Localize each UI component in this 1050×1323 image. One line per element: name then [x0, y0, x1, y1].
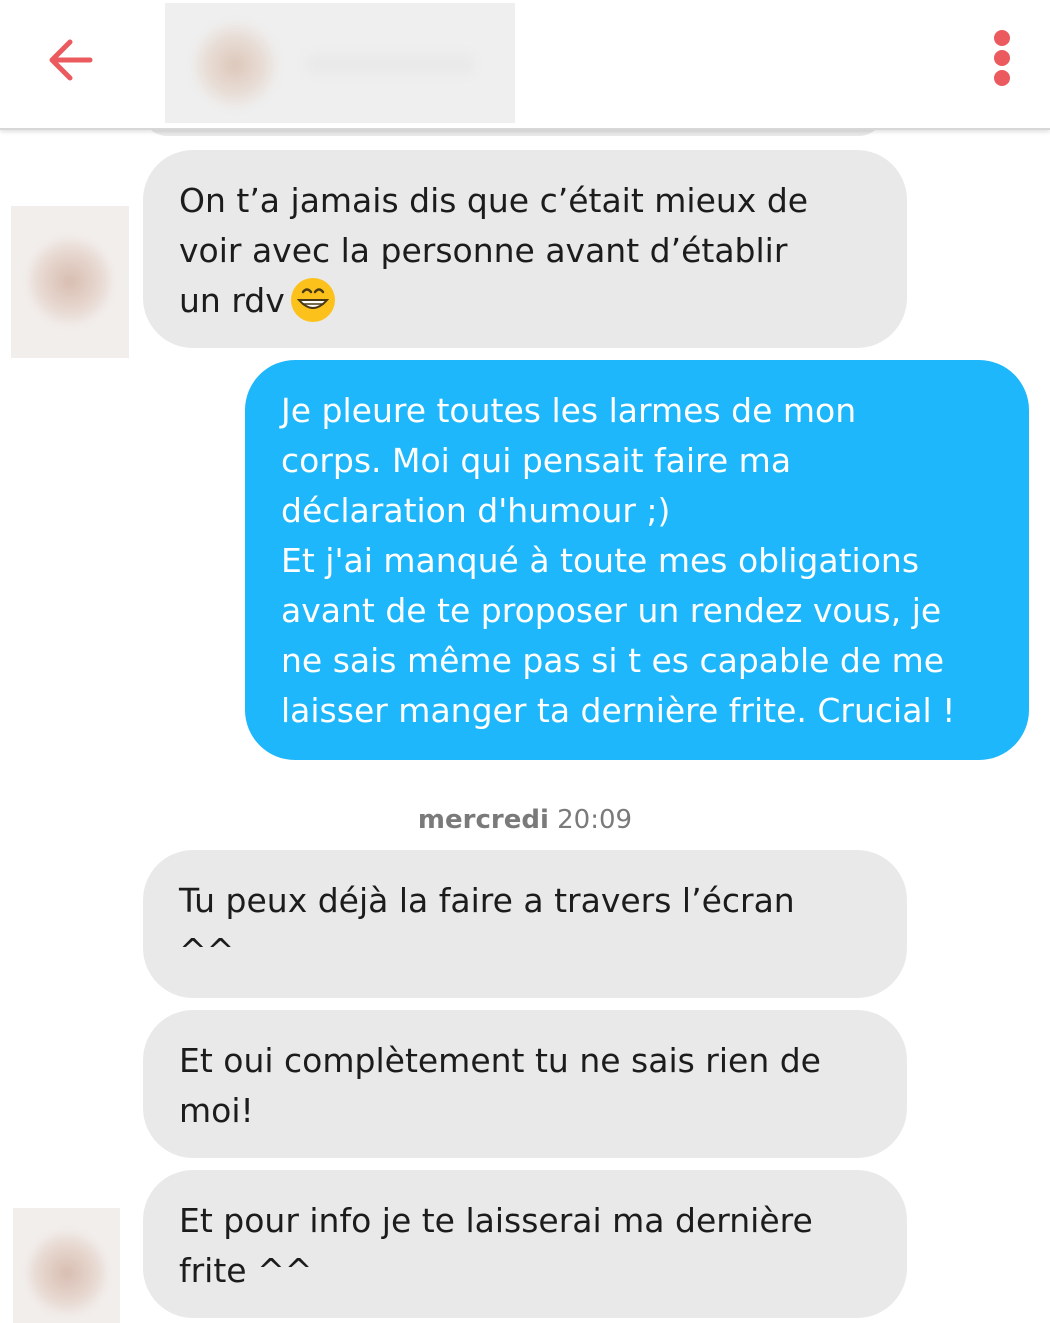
- contact-avatar: [191, 21, 279, 109]
- message-bubble-incoming: On t’a jamais dis que c’était mieux de v…: [143, 150, 907, 348]
- message-text: Et pour info je te laisserai ma dernière…: [179, 1201, 813, 1290]
- back-button[interactable]: [40, 28, 104, 92]
- message-text: Je pleure toutes les larmes de mon corps…: [281, 391, 956, 730]
- chat-header: [0, 0, 1050, 130]
- avatar-image-blurred: [28, 236, 112, 326]
- message-text: On t’a jamais dis que c’était mieux de v…: [179, 181, 809, 320]
- message-timestamp: mercredi 20:09: [0, 800, 1050, 840]
- message-text: Tu peux déjà la faire a travers l’écran …: [179, 881, 795, 970]
- timestamp-day: mercredi: [417, 805, 549, 835]
- contact-name-blurred: [305, 53, 475, 75]
- message-text: Et oui complètement tu ne sais rien de m…: [179, 1041, 821, 1130]
- message-bubble-incoming: Tu peux déjà la faire a travers l’écran …: [143, 850, 907, 998]
- message-bubble-incoming: Et oui complètement tu ne sais rien de m…: [143, 1010, 907, 1158]
- contact-info-blurred[interactable]: [165, 3, 515, 123]
- vertical-dots-icon: [994, 30, 1010, 86]
- message-bubble-incoming: Et pour info je te laisserai ma dernière…: [143, 1170, 907, 1318]
- avatar-image-blurred: [27, 1230, 107, 1316]
- grinning-face-icon: [290, 278, 335, 322]
- sender-avatar[interactable]: [13, 1208, 120, 1323]
- timestamp-time: 20:09: [557, 805, 633, 835]
- sender-avatar[interactable]: [11, 206, 129, 358]
- arrow-left-icon: [49, 39, 93, 81]
- message-bubble-outgoing: Je pleure toutes les larmes de mon corps…: [245, 360, 1029, 760]
- more-options-button[interactable]: [980, 28, 1024, 92]
